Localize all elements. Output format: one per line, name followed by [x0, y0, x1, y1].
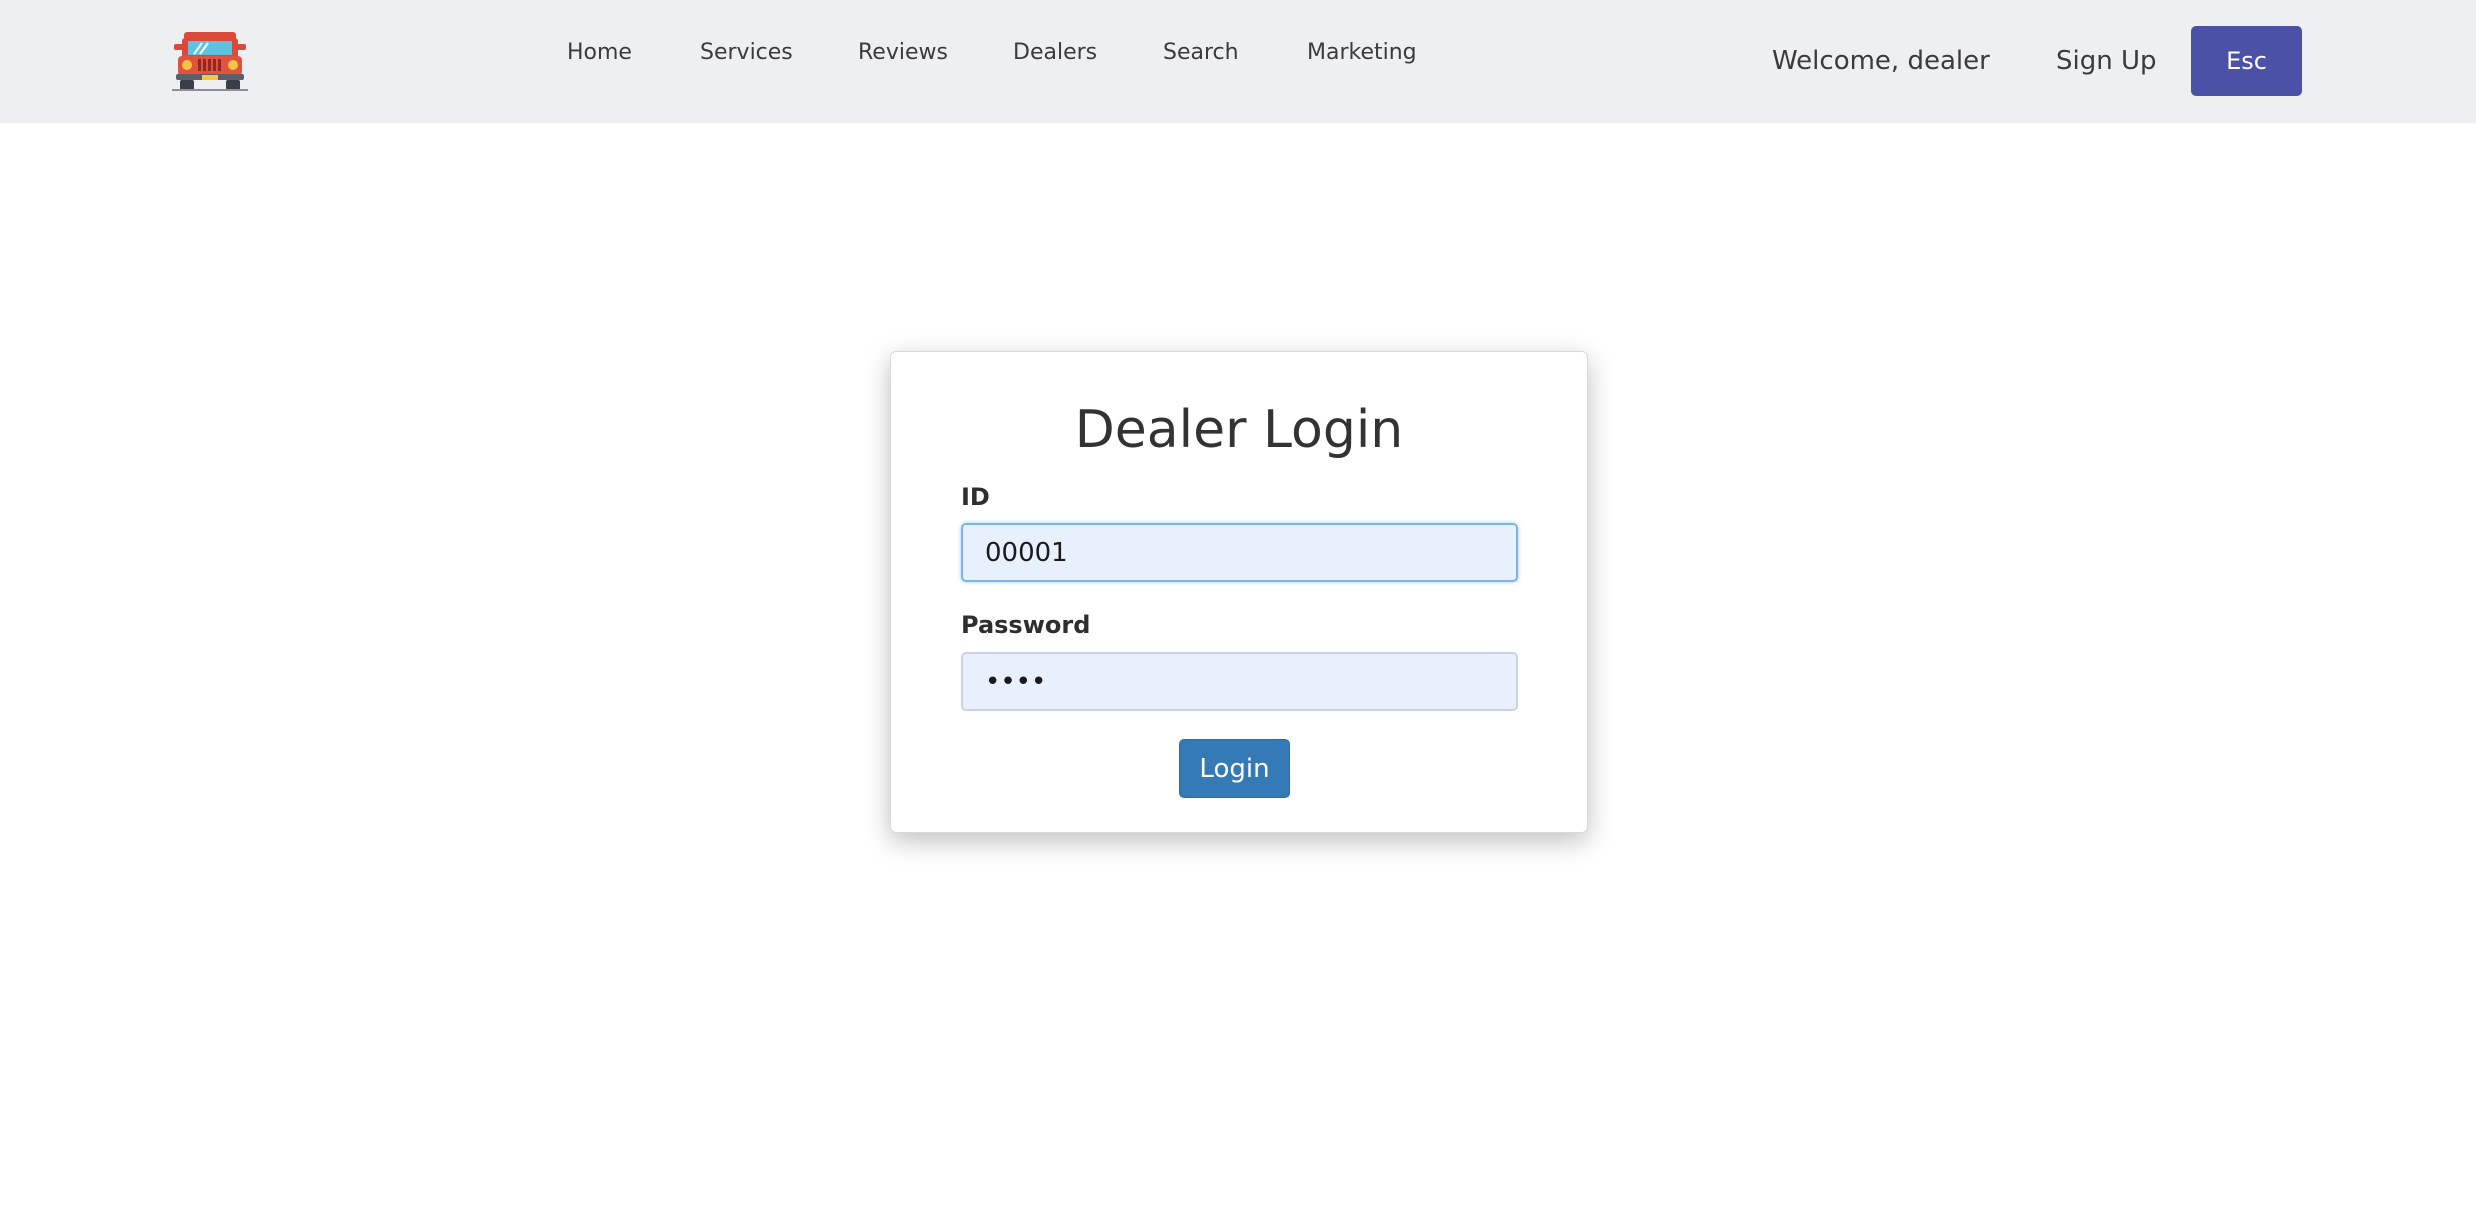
nav-dealers[interactable]: Dealers — [1013, 40, 1097, 65]
nav-search[interactable]: Search — [1163, 40, 1239, 65]
esc-button[interactable]: Esc — [2191, 26, 2302, 96]
top-navbar: Home Services Reviews Dealers Search Mar… — [0, 0, 2476, 123]
nav-marketing[interactable]: Marketing — [1307, 40, 1417, 65]
login-button[interactable]: Login — [1179, 739, 1290, 798]
nav-reviews[interactable]: Reviews — [858, 40, 948, 65]
signup-link[interactable]: Sign Up — [2056, 46, 2157, 76]
login-card: Dealer Login ID Password Login — [890, 351, 1588, 833]
password-input[interactable] — [961, 652, 1518, 711]
id-label: ID — [961, 483, 990, 511]
password-label: Password — [961, 611, 1091, 639]
nav-services[interactable]: Services — [700, 40, 793, 65]
page-title: Dealer Login — [1074, 400, 1404, 460]
id-input[interactable] — [961, 523, 1518, 582]
welcome-text: Welcome, dealer — [1772, 46, 1990, 76]
nav-home[interactable]: Home — [567, 40, 632, 65]
